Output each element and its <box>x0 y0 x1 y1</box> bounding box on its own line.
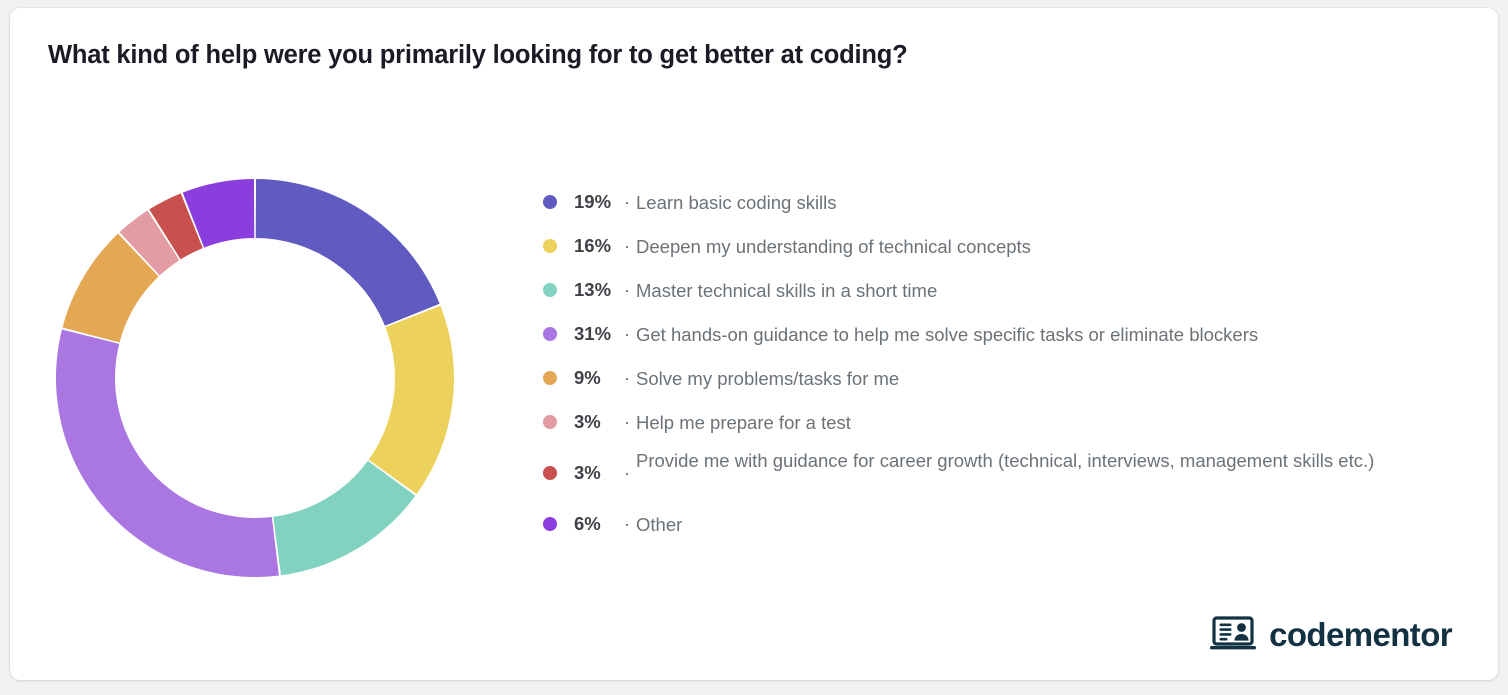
legend-color-dot-icon <box>543 283 557 297</box>
legend-color-dot-icon <box>543 371 557 385</box>
legend-separator: · <box>618 444 636 502</box>
donut-segment[interactable] <box>273 461 415 575</box>
legend-swatch-cell <box>543 180 574 224</box>
legend-separator: · <box>618 180 636 224</box>
legend-color-dot-icon <box>543 239 557 253</box>
legend-item[interactable]: 3%·Provide me with guidance for career g… <box>543 444 1473 502</box>
legend-swatch-cell <box>543 400 574 444</box>
legend-label: Other <box>636 502 1473 538</box>
legend-swatch-cell <box>543 312 574 356</box>
legend-percent: 13% <box>574 268 618 312</box>
legend-label: Master technical skills in a short time <box>636 268 1473 304</box>
legend-label: Solve my problems/tasks for me <box>636 356 1473 392</box>
legend-item[interactable]: 31%·Get hands-on guidance to help me sol… <box>543 312 1473 356</box>
brand-logo: codementor <box>1210 616 1452 652</box>
chart-card: What kind of help were you primarily loo… <box>10 8 1498 680</box>
legend-separator: · <box>618 224 636 268</box>
legend-percent: 19% <box>574 180 618 224</box>
legend-item[interactable]: 3%·Help me prepare for a test <box>543 400 1473 444</box>
legend-separator: · <box>618 312 636 356</box>
legend-label: Help me prepare for a test <box>636 400 1473 436</box>
legend-label: Learn basic coding skills <box>636 180 1473 216</box>
legend-percent: 9% <box>574 356 618 400</box>
donut-chart-svg <box>45 168 465 588</box>
legend-item[interactable]: 6%·Other <box>543 502 1473 546</box>
laptop-profile-icon <box>1210 616 1256 652</box>
legend-separator: · <box>618 400 636 444</box>
brand-name: codementor <box>1269 618 1452 651</box>
donut-segment[interactable] <box>369 306 454 494</box>
legend-swatch-cell <box>543 224 574 268</box>
legend-item[interactable]: 13%·Master technical skills in a short t… <box>543 268 1473 312</box>
legend-item[interactable]: 19%·Learn basic coding skills <box>543 180 1473 224</box>
chart-legend: 19%·Learn basic coding skills16%·Deepen … <box>543 180 1473 546</box>
legend-color-dot-icon <box>543 195 557 209</box>
legend-separator: · <box>618 356 636 400</box>
legend-color-dot-icon <box>543 327 557 341</box>
legend-color-dot-icon <box>543 466 557 480</box>
legend-separator: · <box>618 502 636 546</box>
legend-percent: 3% <box>574 444 618 502</box>
page-title: What kind of help were you primarily loo… <box>48 41 908 70</box>
legend-separator: · <box>618 268 636 312</box>
donut-segment[interactable] <box>56 330 279 577</box>
donut-chart <box>45 168 465 588</box>
legend-swatch-cell <box>543 268 574 312</box>
legend-percent: 6% <box>574 502 618 546</box>
legend-swatch-cell <box>543 502 574 546</box>
legend-swatch-cell <box>543 444 574 502</box>
legend-item[interactable]: 9%·Solve my problems/tasks for me <box>543 356 1473 400</box>
legend-label: Provide me with guidance for career grow… <box>636 444 1473 474</box>
legend-swatch-cell <box>543 356 574 400</box>
legend-percent: 31% <box>574 312 618 356</box>
donut-segment[interactable] <box>256 179 440 326</box>
legend-color-dot-icon <box>543 415 557 429</box>
legend-percent: 3% <box>574 400 618 444</box>
legend-label: Get hands-on guidance to help me solve s… <box>636 312 1473 348</box>
legend-label: Deepen my understanding of technical con… <box>636 224 1473 260</box>
legend-color-dot-icon <box>543 517 557 531</box>
legend-percent: 16% <box>574 224 618 268</box>
legend-item[interactable]: 16%·Deepen my understanding of technical… <box>543 224 1473 268</box>
